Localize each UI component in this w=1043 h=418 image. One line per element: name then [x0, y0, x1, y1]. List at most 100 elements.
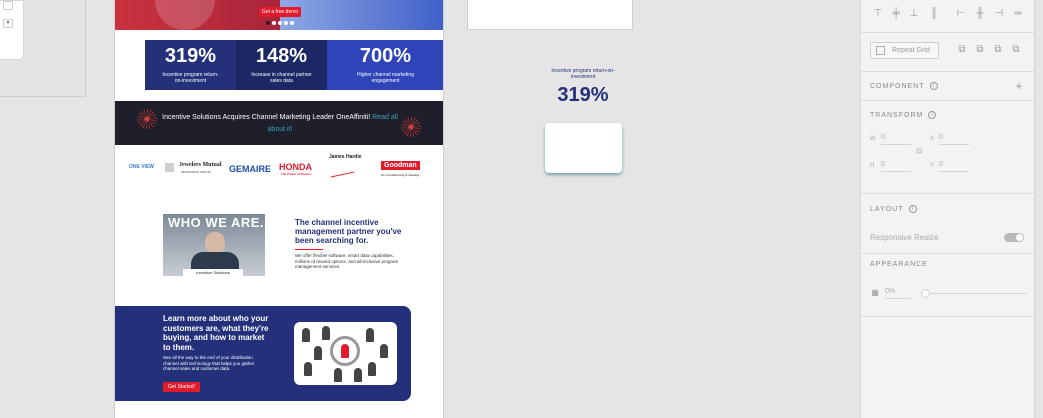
carousel-dot[interactable]: [290, 21, 294, 25]
align-top-icon[interactable]: ⊤: [872, 8, 884, 20]
secondary-artboard[interactable]: [467, 0, 633, 30]
height-field[interactable]: 0: [881, 161, 911, 172]
logo-jewelers-sub: INSURANCE GROUP: [181, 170, 211, 174]
transform-section: TRANSFORM i W 0 H 0 ⊡ X 0 Y 0: [861, 102, 1036, 194]
stat-label: Higher channel marketing engagement: [357, 72, 414, 84]
fireworks-icon: [137, 109, 157, 129]
component-section: COMPONENT i +: [861, 73, 1036, 101]
component-title-text: COMPONENT: [870, 82, 925, 90]
opacity-field[interactable]: 0%: [885, 288, 911, 299]
layout-title: LAYOUT i: [870, 205, 917, 213]
selected-component[interactable]: [545, 123, 622, 173]
stats-strip: 319% Incentive program return-on-investm…: [145, 40, 443, 90]
copy-icon[interactable]: ⧉: [956, 44, 968, 56]
stat-label: Increase in channel partner sales data: [251, 72, 312, 84]
logo-honda: HONDA: [279, 162, 312, 172]
width-field[interactable]: 0: [881, 134, 911, 145]
grid-icon: [876, 46, 885, 55]
opacity-icon: ▦: [871, 288, 879, 297]
align-left-icon[interactable]: ⊢: [955, 8, 967, 20]
align-right-icon[interactable]: ⊣: [993, 8, 1005, 20]
logo-honda-sub: The Power of Dreams: [281, 172, 312, 176]
stat-value: 700%: [359, 45, 412, 67]
get-started-button[interactable]: Get Started!: [163, 382, 200, 392]
align-middle-icon[interactable]: ╪: [890, 8, 902, 20]
logo-gemaire: GEMAIRE: [229, 164, 272, 174]
logo-james-hardie: James Hardie: [329, 154, 362, 160]
who-body: We offer flexible software, smart data c…: [295, 253, 399, 269]
carousel-dots[interactable]: [266, 21, 294, 25]
cta-body: See all the way to the end of your distr…: [163, 355, 255, 371]
info-icon[interactable]: i: [928, 111, 937, 119]
stat-sales-data: 148% Increase in channel partner sales d…: [236, 40, 327, 90]
align-bottom-icon[interactable]: ⊥: [908, 8, 920, 20]
transform-title: TRANSFORM i: [870, 111, 937, 119]
left-artboard-card: ▾: [0, 0, 24, 60]
cta-section: Learn more about who your customers are,…: [115, 306, 411, 401]
person-head: [205, 232, 225, 254]
info-icon[interactable]: i: [908, 205, 917, 213]
crowd-illustration: [294, 322, 397, 385]
carousel-dot[interactable]: [272, 21, 276, 25]
video-banner: Incentive Solutions: [183, 269, 243, 276]
layout-title-text: LAYOUT: [870, 205, 904, 213]
left-artboard[interactable]: ▾: [0, 0, 86, 97]
distribute-vertical-icon[interactable]: ║: [928, 8, 940, 20]
carousel-dot[interactable]: [284, 21, 288, 25]
repeat-grid-section: Repeat Grid ⧉ ⧉ ⧉ ⧉: [861, 34, 1036, 72]
distribute-horizontal-icon[interactable]: ═: [1012, 8, 1024, 20]
logo-goodman-sub: Air Conditioning & Heating: [381, 173, 420, 177]
group-icon[interactable]: ⧉: [992, 44, 1004, 56]
logo-mark: [165, 163, 174, 172]
logo-goodman: Goodman: [381, 161, 420, 170]
main-artboard[interactable]: Get a free demo 319% Incentive program r…: [114, 0, 444, 418]
partner-logos: ONE VIEW Jewelers Mutual INSURANCE GROUP…: [129, 152, 429, 192]
component-title: COMPONENT i: [870, 82, 938, 90]
carousel-dot[interactable]: [266, 21, 270, 25]
logo-swoosh: [330, 171, 356, 183]
opacity-slider-track[interactable]: [923, 293, 1027, 294]
width-label: W: [870, 136, 876, 142]
stat-roi: 319% Incentive program return-on-investm…: [145, 40, 236, 90]
responsive-resize-label: Responsive Resize: [870, 233, 939, 242]
stat-value: 148%: [255, 45, 308, 67]
x-label: X: [930, 136, 935, 142]
height-label: H: [870, 163, 875, 169]
property-inspector: ⊤ ╪ ⊥ ║ ⊢ ╫ ⊣ ═ Repeat Grid ⧉ ⧉ ⧉ ⧉ COMP…: [860, 0, 1036, 418]
repeat-grid-label: Repeat Grid: [892, 47, 930, 54]
free-demo-button[interactable]: Get a free demo: [259, 7, 301, 17]
news-headline: Incentive Solutions Acquires Channel Mar…: [160, 112, 400, 136]
fireworks-icon: [401, 117, 421, 137]
hero-image-left: [115, 0, 280, 30]
duplicate-icon[interactable]: ⧉: [974, 44, 986, 56]
mini-box-top: [3, 1, 13, 10]
y-label: Y: [930, 163, 935, 169]
responsive-resize-toggle[interactable]: [1004, 233, 1024, 242]
floating-stat-value[interactable]: 319%: [545, 84, 621, 107]
repeat-grid-button[interactable]: Repeat Grid: [870, 42, 939, 59]
x-field[interactable]: 0: [939, 134, 969, 145]
add-component-icon[interactable]: +: [1013, 80, 1025, 92]
appearance-title: APPEARANCE: [870, 261, 928, 268]
chevron-down-icon[interactable]: ▾: [3, 19, 13, 28]
hero-image-right: [280, 0, 443, 30]
carousel-dot[interactable]: [278, 21, 282, 25]
y-field[interactable]: 0: [939, 161, 969, 172]
logo-jewelers-mutual: Jewelers Mutual: [179, 162, 222, 168]
lock-icon[interactable]: ⊡: [913, 146, 925, 158]
info-icon[interactable]: i: [929, 82, 938, 90]
stat-value: 319%: [164, 45, 217, 67]
align-section: ⊤ ╪ ⊥ ║ ⊢ ╫ ⊣ ═: [861, 0, 1036, 33]
stat-label: Incentive program return-on-investment: [162, 72, 219, 84]
video-title: WHO WE ARE.: [168, 215, 265, 230]
news-banner: Incentive Solutions Acquires Channel Mar…: [115, 101, 443, 145]
floating-stat-label[interactable]: Incentive program return-on-investment: [545, 68, 621, 80]
stat-engagement: 700% Higher channel marketing engagement: [327, 40, 443, 90]
layout-section: LAYOUT i Responsive Resize: [861, 195, 1036, 254]
who-we-are-video[interactable]: WHO WE ARE. Incentive Solutions: [163, 214, 265, 276]
align-center-icon[interactable]: ╫: [974, 8, 986, 20]
ungroup-icon[interactable]: ⧉: [1010, 44, 1022, 56]
logo-oneview: ONE VIEW: [129, 164, 155, 170]
appearance-section: APPEARANCE ▦ 0%: [861, 255, 1036, 317]
opacity-slider-handle[interactable]: [921, 289, 930, 298]
